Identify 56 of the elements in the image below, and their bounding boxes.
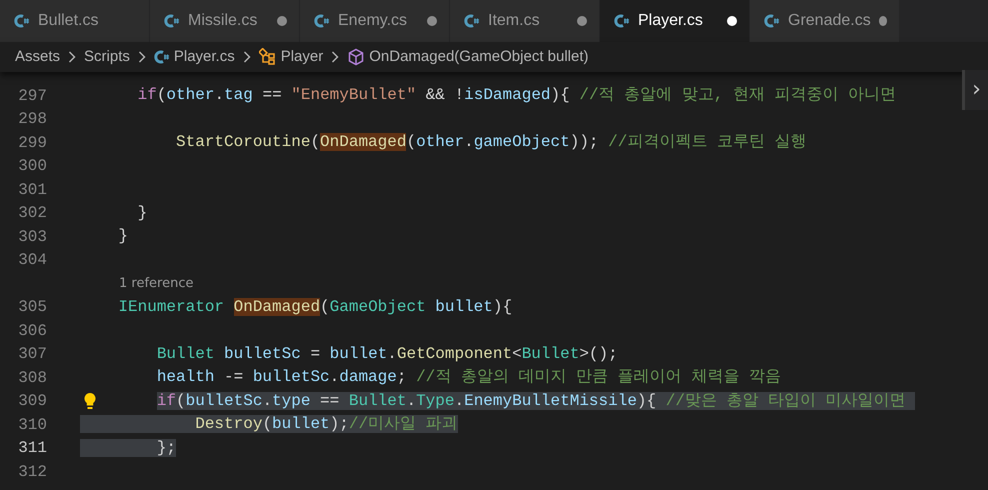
unsaved-dot-icon bbox=[727, 16, 737, 26]
code-line: Bullet bulletSc = bullet.GetComponent<Bullet>(); bbox=[156, 344, 618, 364]
expand-button[interactable]: › bbox=[962, 70, 988, 110]
line-number: 299 bbox=[17, 132, 47, 154]
line-number: 307 bbox=[17, 344, 47, 366]
code-line: } bbox=[136, 202, 148, 224]
editor-tab[interactable]: Item.cs bbox=[450, 0, 600, 42]
line-number: 308 bbox=[17, 368, 47, 389]
line-number: 302 bbox=[17, 203, 47, 224]
code-line: if(bulletSc.type == Bullet.Type.EnemyBulletMissile){ //맞은 총알 타입이 미사일이면 bbox=[80, 390, 916, 413]
class-icon bbox=[258, 48, 277, 66]
unsaved-dot-icon bbox=[577, 16, 587, 26]
csharp-file-icon bbox=[614, 13, 630, 29]
csharp-file-icon bbox=[314, 13, 330, 29]
line-number: 310 bbox=[17, 414, 47, 436]
code-line: if(other.tag == "EnemyBullet" && !isDamaged){ //적 총알에 맞고, 현재 피격중이 아니면 bbox=[136, 85, 896, 106]
line-number: 309 bbox=[17, 391, 47, 412]
code-line: health -= bulletSc.damage; //적 총알의 데미지 만큼 플레이어 체력을 깍음 bbox=[156, 367, 781, 388]
editor-tab[interactable]: Missile.cs bbox=[150, 0, 300, 42]
chevron-icon bbox=[138, 51, 146, 63]
unsaved-dot-icon bbox=[277, 16, 287, 26]
editor-tab[interactable]: Player.cs bbox=[600, 0, 750, 42]
line-number: 301 bbox=[17, 180, 47, 201]
line-number: 300 bbox=[17, 156, 47, 178]
line-number: 305 bbox=[17, 297, 47, 318]
line-number: 312 bbox=[17, 462, 47, 483]
line-number: 298 bbox=[17, 109, 47, 130]
line-number: 304 bbox=[17, 250, 47, 272]
code-line: StartCoroutine(OnDamaged(other.gameObject)); //피격이펙트 코루틴 실행 bbox=[175, 132, 807, 153]
breadcrumb-item[interactable]: Player.cs bbox=[154, 46, 235, 68]
csharp-file-icon bbox=[154, 49, 170, 65]
breadcrumb-item[interactable]: Player bbox=[258, 46, 324, 68]
code-line: } bbox=[117, 226, 128, 247]
unsaved-dot-icon bbox=[427, 16, 437, 26]
line-number: 311 bbox=[17, 438, 47, 460]
line-number: 303 bbox=[17, 226, 47, 248]
csharp-file-icon bbox=[764, 13, 780, 29]
editor-tab[interactable]: Grenade.cs bbox=[750, 0, 900, 42]
csharp-file-icon bbox=[14, 13, 30, 29]
csharp-file-icon bbox=[464, 13, 480, 29]
chevron-icon bbox=[68, 51, 76, 63]
chevron-icon bbox=[331, 51, 340, 63]
editor-tab[interactable]: Bullet.cs bbox=[0, 0, 150, 42]
reference-count-link[interactable]: 1 reference bbox=[119, 274, 194, 294]
breadcrumb-item[interactable]: OnDamaged(GameObject bullet) bbox=[347, 46, 589, 68]
cube-icon bbox=[347, 48, 366, 66]
csharp-file-icon bbox=[164, 13, 180, 29]
chevron-icon bbox=[242, 51, 251, 63]
breadcrumb-item[interactable]: Assets bbox=[15, 46, 60, 68]
line-number: 297 bbox=[17, 86, 47, 107]
code-line: Destroy(bullet);//미사일 파괴 bbox=[80, 413, 458, 436]
code-line: IEnumerator OnDamaged(GameObject bullet){ bbox=[117, 296, 512, 318]
breadcrumb-item[interactable]: Scripts bbox=[84, 46, 130, 68]
unsaved-dot-icon bbox=[878, 16, 887, 26]
editor-tab[interactable]: Enemy.cs bbox=[300, 0, 450, 42]
line-number: 306 bbox=[17, 320, 47, 342]
